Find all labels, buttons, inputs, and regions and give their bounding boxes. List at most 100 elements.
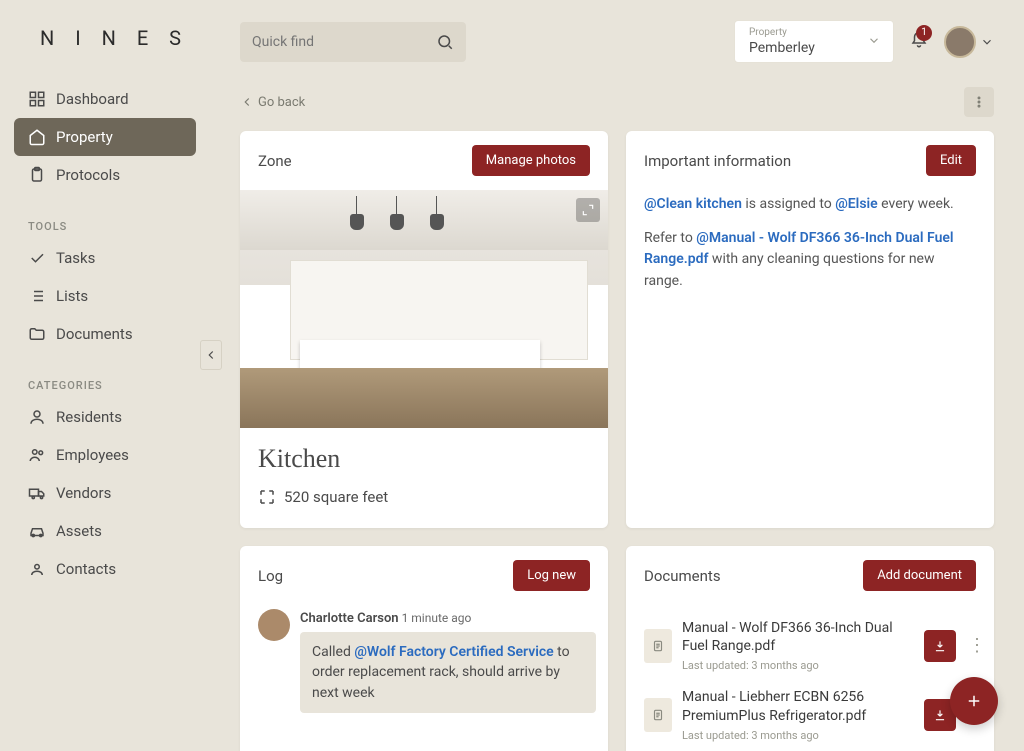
- download-button[interactable]: [924, 630, 956, 662]
- document-updated: Last updated: 3 months ago: [682, 659, 914, 672]
- header: Property Pemberley 1: [240, 20, 994, 63]
- zone-photo: [240, 190, 608, 428]
- sidebar-item-lists[interactable]: Lists: [14, 277, 196, 315]
- zone-name: Kitchen: [258, 444, 590, 474]
- sidebar-item-residents[interactable]: Residents: [14, 398, 196, 436]
- logo: N I N E S: [0, 26, 210, 80]
- zone-card-title: Zone: [258, 152, 292, 170]
- documents-card-title: Documents: [644, 567, 721, 585]
- sidebar-item-label: Dashboard: [56, 90, 129, 108]
- chevron-left-icon: [204, 348, 218, 362]
- users-icon: [28, 446, 46, 464]
- nav-main: Dashboard Property Protocols: [0, 80, 210, 208]
- sidebar-item-label: Contacts: [56, 560, 116, 578]
- document-icon: [644, 629, 672, 663]
- clipboard-icon: [28, 166, 46, 184]
- log-item-meta: Charlotte Carson 1 minute ago: [300, 611, 596, 626]
- property-selector[interactable]: Property Pemberley: [734, 20, 894, 63]
- sidebar-item-protocols[interactable]: Protocols: [14, 156, 196, 194]
- go-back-link[interactable]: Go back: [240, 95, 305, 110]
- avatar: [258, 609, 290, 641]
- plus-icon: [965, 692, 983, 710]
- info-paragraph: Refer to @Manual - Wolf DF366 36-Inch Du…: [644, 228, 976, 293]
- contact-icon: [28, 560, 46, 578]
- area-icon: [258, 488, 276, 506]
- zone-size: 520 square feet: [258, 488, 590, 506]
- sidebar-item-contacts[interactable]: Contacts: [14, 550, 196, 588]
- sidebar-item-label: Employees: [56, 446, 129, 464]
- document-row[interactable]: Manual - Liebherr ECBN 6256 PremiumPlus …: [644, 680, 988, 749]
- tools-heading: TOOLS: [0, 208, 210, 239]
- search-icon: [436, 33, 454, 51]
- info-card-title: Important information: [644, 152, 791, 170]
- property-selector-value: Pemberley: [749, 40, 879, 56]
- sidebar-item-label: Property: [56, 128, 113, 146]
- notification-badge: 1: [916, 25, 932, 41]
- chevron-left-icon: [240, 95, 254, 109]
- edit-info-button[interactable]: Edit: [926, 145, 976, 176]
- document-row[interactable]: Manual - Wolf DF366 36-Inch Dual Fuel Ra…: [644, 611, 988, 680]
- property-selector-label: Property: [749, 27, 879, 38]
- chevron-down-icon: [980, 35, 994, 49]
- notifications-button[interactable]: 1: [910, 31, 928, 53]
- sidebar-item-vendors[interactable]: Vendors: [14, 474, 196, 512]
- sidebar-item-documents[interactable]: Documents: [14, 315, 196, 353]
- log-card-title: Log: [258, 567, 283, 585]
- main-content: Property Pemberley 1 Go back: [210, 0, 1024, 751]
- log-new-button[interactable]: Log new: [513, 560, 590, 591]
- documents-card: Documents Add document Manual - Wolf DF3…: [626, 546, 994, 751]
- document-menu-button[interactable]: ⋮: [966, 635, 988, 656]
- info-card: Important information Edit @Clean kitche…: [626, 131, 994, 528]
- sidebar: N I N E S Dashboard Property Protocols T…: [0, 0, 210, 751]
- log-item-body: Called @Wolf Factory Certified Service t…: [300, 632, 596, 713]
- kebab-icon: [972, 95, 986, 109]
- zone-size-text: 520 square feet: [284, 488, 388, 506]
- log-mention[interactable]: @Wolf Factory Certified Service: [354, 644, 553, 660]
- home-icon: [28, 128, 46, 146]
- sidebar-collapse-button[interactable]: [200, 340, 222, 370]
- list-icon: [28, 287, 46, 305]
- sidebar-item-dashboard[interactable]: Dashboard: [14, 80, 196, 118]
- log-card: Log Log new Charlotte Carson 1 minute ag…: [240, 546, 608, 751]
- manage-photos-button[interactable]: Manage photos: [472, 145, 590, 176]
- sidebar-item-label: Lists: [56, 287, 88, 305]
- car-icon: [28, 522, 46, 540]
- user-menu[interactable]: [944, 26, 994, 58]
- fab-add-button[interactable]: [950, 677, 998, 725]
- zone-card: Zone Manage photos Kitchen 52: [240, 131, 608, 528]
- go-back-label: Go back: [258, 95, 305, 110]
- sidebar-item-employees[interactable]: Employees: [14, 436, 196, 474]
- info-mention[interactable]: @Elsie: [835, 196, 877, 212]
- nav-tools: Tasks Lists Documents: [0, 239, 210, 367]
- search-input[interactable]: [252, 34, 436, 50]
- sidebar-item-assets[interactable]: Assets: [14, 512, 196, 550]
- expand-photo-button[interactable]: [576, 198, 600, 222]
- expand-icon: [581, 203, 595, 217]
- sidebar-item-tasks[interactable]: Tasks: [14, 239, 196, 277]
- chevron-down-icon: [867, 32, 881, 51]
- search-box[interactable]: [240, 22, 466, 62]
- sidebar-item-label: Vendors: [56, 484, 111, 502]
- download-icon: [933, 639, 947, 653]
- sidebar-item-property[interactable]: Property: [14, 118, 196, 156]
- nav-categories: Residents Employees Vendors Assets Conta…: [0, 398, 210, 602]
- check-icon: [28, 249, 46, 267]
- document-name: Manual - Wolf DF366 36-Inch Dual Fuel Ra…: [682, 619, 914, 655]
- document-name: Manual - Liebherr ECBN 6256 PremiumPlus …: [682, 688, 914, 724]
- log-item: Charlotte Carson 1 minute ago Called @Wo…: [258, 611, 596, 713]
- avatar: [944, 26, 976, 58]
- info-mention[interactable]: @Clean kitchen: [644, 196, 742, 212]
- folder-icon: [28, 325, 46, 343]
- add-document-button[interactable]: Add document: [863, 560, 976, 591]
- truck-icon: [28, 484, 46, 502]
- sidebar-item-label: Documents: [56, 325, 133, 343]
- log-time: 1 minute ago: [402, 611, 472, 625]
- sidebar-item-label: Tasks: [56, 249, 95, 267]
- log-author: Charlotte Carson: [300, 611, 399, 626]
- page-actions-menu[interactable]: [964, 87, 994, 117]
- sidebar-item-label: Protocols: [56, 166, 120, 184]
- sidebar-item-label: Residents: [56, 408, 122, 426]
- sidebar-item-label: Assets: [56, 522, 102, 540]
- download-icon: [933, 708, 947, 722]
- document-icon: [644, 698, 672, 732]
